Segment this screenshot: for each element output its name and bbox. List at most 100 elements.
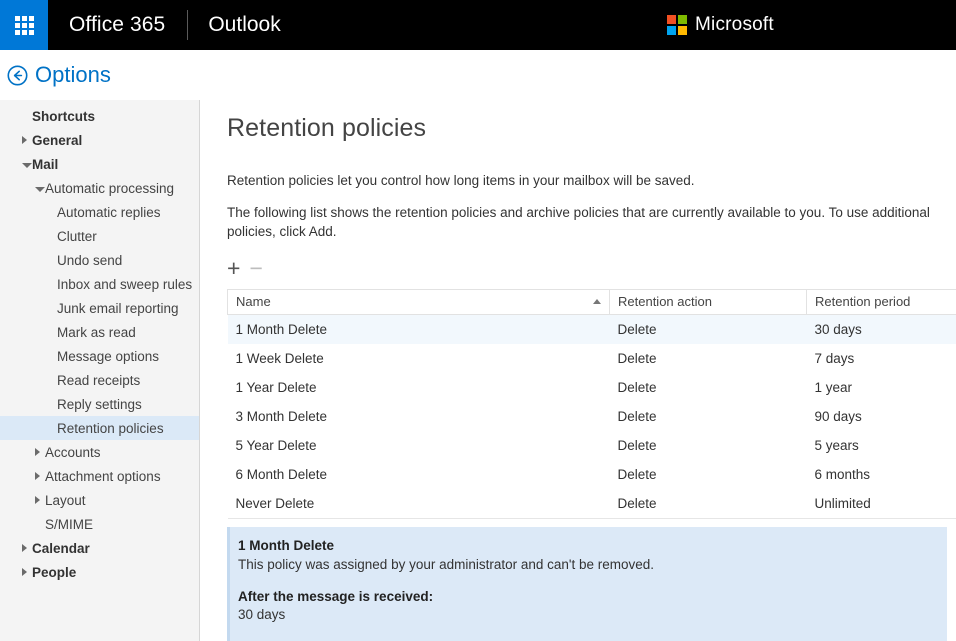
table-row[interactable]: 5 Year DeleteDelete5 years [228,431,956,460]
table-body: 1 Month DeleteDelete30 days1 Week Delete… [228,314,956,518]
policy-toolbar: + − [227,258,956,280]
sidebar-item-layout[interactable]: Layout [0,488,199,512]
options-sidebar: Shortcuts General Mail Automatic processing… [0,100,200,641]
chevron-down-icon[interactable] [22,163,32,168]
sidebar-item-label: Clutter [57,229,97,244]
sidebar-item-inbox-and-sweep-rules[interactable]: Inbox and sweep rules [0,272,199,296]
sidebar-item-accounts[interactable]: Accounts [0,440,199,464]
sidebar-item-label: Automatic replies [57,205,161,220]
sidebar-item-label: Mark as read [57,325,136,340]
sidebar-item-calendar[interactable]: Calendar [0,536,199,560]
sidebar-item-label: S/MIME [45,517,93,532]
sidebar-item-undo-send[interactable]: Undo send [0,248,199,272]
sidebar-item-label: Inbox and sweep rules [57,277,192,292]
table-row[interactable]: 3 Month DeleteDelete90 days [228,402,956,431]
sidebar-item-automatic-replies[interactable]: Automatic replies [0,200,199,224]
description-line-1: Retention policies let you control how l… [227,171,956,191]
chevron-down-icon[interactable] [35,187,45,192]
sidebar-item-label: Junk email reporting [57,301,179,316]
plus-icon[interactable]: + [227,257,240,280]
back-arrow-circle-icon [7,65,28,86]
sidebar-item-junk-email-reporting[interactable]: Junk email reporting [0,296,199,320]
table-header-row: Name Retention action Retention period [228,289,956,314]
microsoft-logo-label: Microsoft [695,14,774,36]
cell-policy-name: 1 Month Delete [228,314,610,344]
options-header: Options [0,50,956,100]
cell-policy-name: 5 Year Delete [228,431,610,460]
sidebar-item-label: Calendar [32,541,90,556]
sidebar-item-shortcuts[interactable]: Shortcuts [0,104,199,128]
chevron-right-icon[interactable] [22,568,27,576]
sidebar-item-label: Automatic processing [45,181,174,196]
sidebar-item-mark-as-read[interactable]: Mark as read [0,320,199,344]
back-to-mail-link[interactable]: Options [7,62,111,88]
cell-policy-name: 1 Week Delete [228,344,610,373]
sidebar-item-label: Shortcuts [32,109,95,124]
sidebar-item-label: Undo send [57,253,122,268]
retention-policy-table: Name Retention action Retention period 1… [227,289,956,519]
cell-retention-action: Delete [610,402,807,431]
chevron-right-icon[interactable] [35,472,40,480]
cell-retention-action: Delete [610,344,807,373]
waffle-grid-icon [15,16,34,35]
sidebar-item-read-receipts[interactable]: Read receipts [0,368,199,392]
sidebar-item-automatic-processing[interactable]: Automatic processing [0,176,199,200]
detail-received-label: After the message is received: [238,589,947,604]
chevron-right-icon[interactable] [22,136,27,144]
detail-policy-name: 1 Month Delete [238,538,947,553]
column-header-retention-action[interactable]: Retention action [610,289,807,314]
page-title-options: Options [35,62,111,88]
sidebar-item-attachment-options[interactable]: Attachment options [0,464,199,488]
cell-retention-period: 7 days [807,344,956,373]
sidebar-item-s-mime[interactable]: S/MIME [0,512,199,536]
chevron-right-icon[interactable] [35,448,40,456]
minus-icon[interactable]: − [249,257,262,280]
chevron-right-icon[interactable] [22,544,27,552]
sidebar-item-label: Retention policies [57,421,164,436]
cell-retention-action: Delete [610,373,807,402]
table-row[interactable]: 1 Month DeleteDelete30 days [228,314,956,344]
microsoft-logo-icon [667,15,687,35]
chevron-right-icon[interactable] [35,496,40,504]
table-row[interactable]: 6 Month DeleteDelete6 months [228,460,956,489]
table-row[interactable]: 1 Week DeleteDelete7 days [228,344,956,373]
cell-retention-period: 30 days [807,314,956,344]
detail-policy-note: This policy was assigned by your adminis… [238,555,947,575]
column-header-retention-period[interactable]: Retention period [807,289,956,314]
table-row[interactable]: Never DeleteDeleteUnlimited [228,489,956,519]
sidebar-item-general[interactable]: General [0,128,199,152]
policy-detail-panel: 1 Month Delete This policy was assigned … [227,527,947,641]
sidebar-item-reply-settings[interactable]: Reply settings [0,392,199,416]
sidebar-item-label: Read receipts [57,373,140,388]
sidebar-item-message-options[interactable]: Message options [0,344,199,368]
sort-ascending-icon [593,299,601,304]
cell-policy-name: 6 Month Delete [228,460,610,489]
sidebar-item-retention-policies[interactable]: Retention policies [0,416,199,440]
cell-retention-action: Delete [610,460,807,489]
sidebar-nav-list: Shortcuts General Mail Automatic processing… [0,104,199,584]
sidebar-item-mail[interactable]: Mail [0,152,199,176]
sidebar-item-people[interactable]: People [0,560,199,584]
sidebar-item-label: General [32,133,82,148]
suite-app-label[interactable]: Outlook [188,13,300,37]
sidebar-item-label: Mail [32,157,58,172]
cell-retention-action: Delete [610,489,807,519]
cell-policy-name: 3 Month Delete [228,402,610,431]
cell-retention-period: 6 months [807,460,956,489]
sidebar-item-label: Attachment options [45,469,161,484]
cell-policy-name: 1 Year Delete [228,373,610,402]
microsoft-branding: Microsoft [667,0,774,50]
column-header-name[interactable]: Name [228,289,610,314]
suite-bar: Office 365 Outlook Microsoft [0,0,956,50]
cell-retention-period: 5 years [807,431,956,460]
cell-retention-action: Delete [610,314,807,344]
sidebar-item-clutter[interactable]: Clutter [0,224,199,248]
sidebar-item-label: Accounts [45,445,101,460]
sidebar-item-label: Layout [45,493,86,508]
description-line-2: The following list shows the retention p… [227,203,956,242]
detail-received-value: 30 days [238,605,947,625]
cell-retention-period: 1 year [807,373,956,402]
app-launcher-button[interactable] [0,0,48,50]
table-row[interactable]: 1 Year DeleteDelete1 year [228,373,956,402]
suite-brand-label[interactable]: Office 365 [48,13,187,37]
